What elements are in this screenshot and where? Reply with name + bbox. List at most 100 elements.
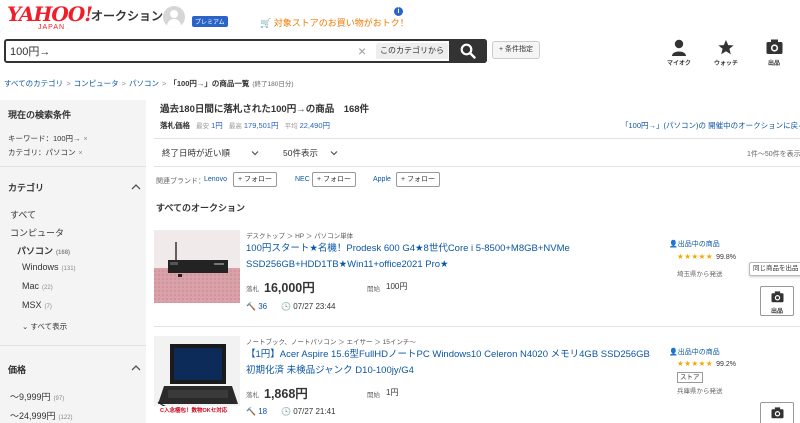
nav-watch-label: ウォッチ	[713, 61, 738, 67]
yahoo-logo[interactable]: YAHOO! JAPAN	[7, 4, 93, 32]
sidebar-item-price-2[interactable]: 〜24,999円 (122)	[10, 409, 73, 422]
bid-count[interactable]: 🔨 18	[246, 407, 267, 416]
divider	[154, 326, 800, 327]
sidebar-item-windows[interactable]: Windows (131)	[22, 262, 76, 272]
item-title-link[interactable]: 100円スタート★名機！Prodesk 600 G4★8世代Core i 5-8…	[246, 241, 656, 273]
brand-apple[interactable]: Apple	[373, 176, 391, 183]
breadcrumb: すべてのカテゴリ > コンピュータ > パソコン > 「100円→」の商品一覧 (終了180日…	[4, 79, 294, 88]
sell-same-button[interactable]: 出品	[760, 402, 794, 423]
nav-watch[interactable]: ウォッチ	[709, 39, 743, 67]
brands-label: 関連ブランド：	[156, 178, 205, 185]
item-category[interactable]: デスクトップ ＞ HP ＞ パソコン単体	[246, 230, 353, 240]
sidebar-item-computer[interactable]: コンピュータ	[10, 226, 64, 239]
camera-icon	[771, 407, 784, 419]
price-stats: 落札価格 最安 1円 最高 179,501円 平均 22,490円	[160, 121, 331, 130]
section-title: すべてのオークション	[156, 203, 246, 213]
follow-apple-button[interactable]: + フォロー	[396, 172, 441, 187]
end-time: 🕓 07/27 23:44	[281, 302, 336, 311]
start-price: 100円	[386, 282, 408, 291]
start-price: 1円	[386, 388, 399, 397]
nav-sell[interactable]: 出品	[757, 39, 791, 67]
item-image[interactable]: C入念梱包！数物OKセ対応	[154, 336, 240, 416]
result-range: 1件〜50件を表示	[747, 151, 800, 158]
nav-sell-label: 出品	[767, 61, 780, 67]
seller-rating: ★★★★★ 99.8%	[677, 252, 736, 261]
image-caption: C入念梱包！数物OKセ対応	[160, 408, 228, 414]
breadcrumb-all-categories[interactable]: すべてのカテゴリ	[4, 79, 63, 88]
remove-category-icon[interactable]: ×	[79, 150, 83, 157]
person-icon: 👤	[669, 241, 678, 248]
sidebar: 現在の検索条件 キーワード：100円→ × カテゴリ：パソコン × カテゴリ すべて…	[0, 100, 146, 423]
price-label: 落札	[246, 392, 259, 399]
chevron-down-icon: ⌄	[22, 322, 29, 331]
divider	[154, 138, 800, 139]
conditions-button[interactable]: + 条件指定	[492, 41, 540, 59]
seller-items-link[interactable]: 👤出品中の商品	[669, 347, 720, 357]
follow-nec-button[interactable]: + フォロー	[312, 172, 357, 187]
promo-text: 対象ストアのお買い物がおトク！	[273, 18, 409, 28]
person-icon: 👤	[669, 349, 678, 356]
camera-icon	[766, 39, 783, 54]
open-auctions-link[interactable]: 「100円→」(パソコン)の 開催中のオークションに戻る	[621, 120, 800, 131]
logo-sub-text: JAPAN	[38, 24, 66, 31]
end-time: 🕓 07/27 21:41	[281, 407, 336, 416]
breadcrumb-current: 「100円→」の商品一覧	[169, 79, 250, 88]
sidebar-divider	[0, 166, 146, 167]
divider	[154, 166, 800, 167]
nav-myauction-label: マイオク	[667, 61, 691, 67]
sidebar-item-all[interactable]: すべて	[10, 208, 36, 221]
nav-myauction[interactable]: マイオク	[662, 39, 696, 67]
sell-same-button[interactable]: 出品	[760, 286, 794, 316]
per-page-select[interactable]: 50件表示	[283, 147, 338, 159]
service-name[interactable]: オークション	[91, 7, 163, 24]
item-image[interactable]	[154, 230, 240, 303]
chevron-up-icon[interactable]	[131, 182, 141, 192]
chevron-up-icon[interactable]	[131, 363, 141, 373]
brand-lenovo[interactable]: Lenovo	[204, 176, 227, 183]
follow-lenovo-button[interactable]: + フォロー	[233, 172, 278, 187]
category-title: カテゴリ	[8, 183, 45, 193]
item-category[interactable]: ノートブック、ノートパソコン ＞ エイサー ＞ 15インチ〜	[246, 336, 416, 346]
avatar[interactable]	[163, 6, 185, 28]
breadcrumb-pc[interactable]: パソコン	[129, 79, 159, 88]
sidebar-item-pc[interactable]: パソコン (168)	[17, 244, 70, 257]
start-label: 開始	[367, 286, 380, 293]
promo-banner[interactable]: 🛒 対象ストアのお買い物がおトク！	[260, 16, 409, 29]
start-label: 開始	[367, 392, 380, 399]
final-price: 16,000円	[264, 281, 315, 295]
sidebar-item-msx[interactable]: MSX (7)	[22, 300, 52, 310]
search-input[interactable]	[10, 41, 350, 61]
desktop-pc-photo	[154, 230, 240, 303]
header: YAHOO! JAPAN オークション プレミアム 🛒 対象ストアのお買い物がお…	[0, 0, 800, 38]
brand-nec[interactable]: NEC	[295, 176, 310, 183]
laptop-photo	[154, 336, 240, 416]
sidebar-item-price-1[interactable]: 〜9,999円 (97)	[10, 390, 64, 403]
cart-icon: 🛒	[260, 18, 272, 28]
sidebar-divider	[0, 345, 146, 346]
show-all-link[interactable]: ⌄ すべて表示	[22, 321, 67, 332]
sell-same-tooltip: 同じ商品を出品	[749, 262, 800, 276]
clock-icon: 🕓	[281, 407, 291, 416]
premium-badge[interactable]: プレミアム	[192, 16, 228, 27]
bid-count[interactable]: 🔨 36	[246, 302, 267, 311]
chevron-down-icon	[330, 151, 338, 156]
sidebar-item-mac[interactable]: Mac (22)	[22, 281, 53, 291]
ship-from: 埼玉県から発送	[677, 271, 723, 278]
item-title-link[interactable]: 【1円】Acer Aspire 15.6型FullHDノートPC Windows…	[246, 347, 656, 379]
final-price: 1,868円	[264, 387, 308, 401]
price-title: 価格	[8, 365, 27, 375]
info-icon[interactable]: i	[394, 7, 403, 16]
remove-keyword-icon[interactable]: ×	[84, 136, 88, 143]
clear-search-icon[interactable]: ×	[358, 42, 366, 60]
search-icon	[460, 43, 476, 59]
result-title: 過去180日間に落札された100円→の商品 168件	[160, 104, 370, 115]
condition-category: カテゴリ：パソコン ×	[8, 148, 83, 157]
seller-rating: ★★★★★ 99.2%	[677, 359, 736, 368]
search-scope-button[interactable]: このカテゴリから	[376, 43, 448, 59]
breadcrumb-computer[interactable]: コンピュータ	[74, 79, 119, 88]
search-button[interactable]	[449, 39, 487, 63]
seller-items-link[interactable]: 👤出品中の商品	[669, 239, 720, 249]
search-bar: × このカテゴリから	[4, 39, 487, 63]
hammer-icon: 🔨	[246, 407, 256, 416]
sort-select[interactable]: 終了日時が近い順	[162, 147, 259, 159]
